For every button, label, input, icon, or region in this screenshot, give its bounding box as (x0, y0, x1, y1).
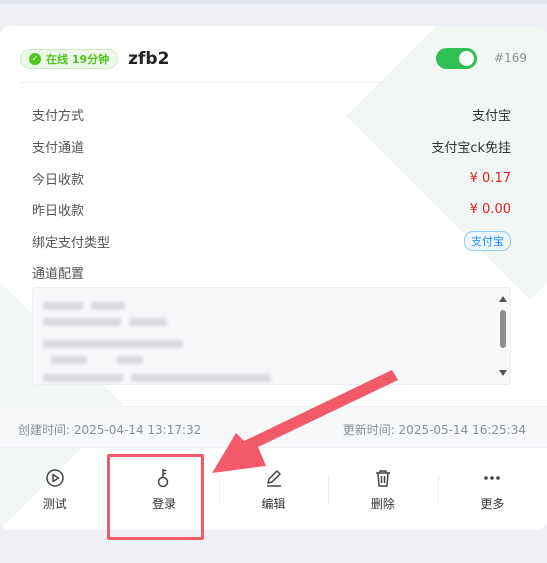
annotation-arrow (212, 370, 398, 473)
